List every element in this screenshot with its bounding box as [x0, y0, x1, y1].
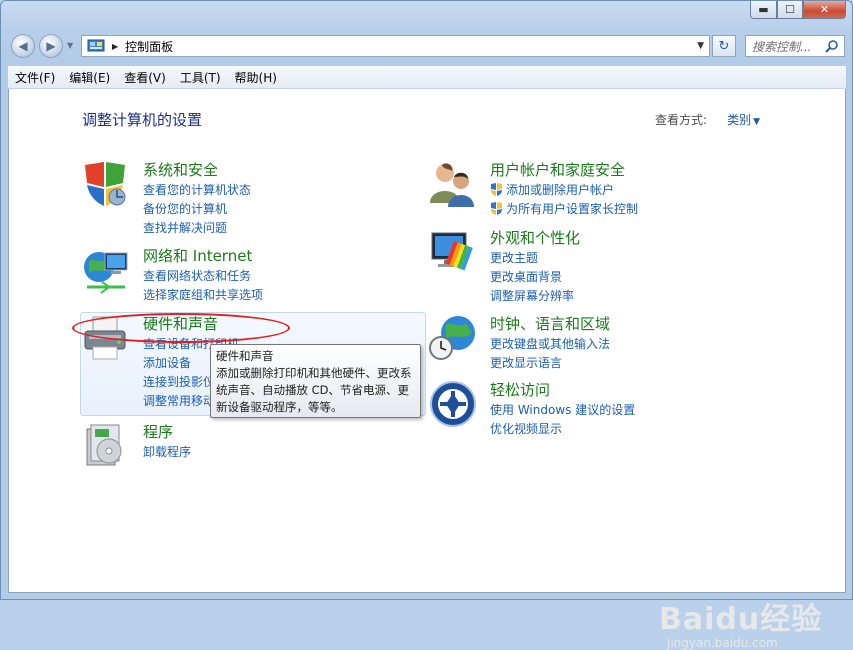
link-view-status[interactable]: 查看您的计算机状态: [143, 181, 251, 200]
link-homegroup[interactable]: 选择家庭组和共享选项: [143, 286, 263, 305]
menu-edit[interactable]: 编辑(E): [62, 69, 117, 86]
content-pane: 调整计算机的设置 查看方式: 类别 ▼ 系统和安全 查看您的计算机状态 备份您的计…: [8, 89, 846, 650]
caption-buttons: ▬ ☐ ✕: [750, 1, 846, 19]
link-desktop-background[interactable]: 更改桌面背景: [490, 268, 574, 287]
highlight-ellipse-annotation: [72, 313, 290, 343]
link-network-status[interactable]: 查看网络状态和任务: [143, 267, 263, 286]
category-title[interactable]: 轻松访问: [490, 379, 550, 400]
refresh-button[interactable]: ↻: [712, 35, 736, 57]
control-panel-window: ▬ ☐ ✕ ◀ ▶ ▼ ▶ 控制面板 ▼ ↻ 搜索控制... 文件(F) 编辑(…: [0, 0, 853, 650]
uac-shield-icon: [491, 202, 502, 215]
menu-bar: 文件(F) 编辑(E) 查看(V) 工具(T) 帮助(H): [8, 66, 846, 89]
programs-icon: [86, 424, 122, 466]
menu-tools[interactable]: 工具(T): [173, 69, 228, 86]
refresh-icon: ↻: [718, 38, 730, 54]
link-change-theme[interactable]: 更改主题: [490, 249, 574, 268]
recent-pages-chevron-icon[interactable]: ▼: [67, 41, 73, 50]
network-globe-icon: [84, 252, 128, 294]
forward-arrow-icon: ▶: [46, 39, 56, 53]
close-button[interactable]: ✕: [803, 1, 846, 19]
uac-shield-icon: [491, 183, 502, 196]
search-box[interactable]: 搜索控制...: [745, 35, 845, 57]
baidu-jingyan-watermark: Baidu经验 jingyan.baidu.com: [659, 594, 822, 650]
view-by-label: 查看方式:: [655, 113, 708, 127]
category-title[interactable]: 时钟、语言和区域: [490, 313, 610, 334]
appearance-monitor-icon: [431, 232, 473, 271]
link-windows-recommended[interactable]: 使用 Windows 建议的设置: [490, 401, 635, 420]
back-arrow-icon: ◀: [18, 39, 28, 53]
link-keyboard-input[interactable]: 更改键盘或其他输入法: [490, 335, 610, 354]
category-title[interactable]: 系统和安全: [143, 159, 218, 180]
search-input[interactable]: 搜索控制...: [752, 38, 825, 55]
hardware-tooltip: 硬件和声音 添加或删除打印机和其他硬件、更改系统声音、自动播放 CD、节省电源、…: [210, 344, 421, 418]
tooltip-body: 添加或删除打印机和其他硬件、更改系统声音、自动播放 CD、节省电源、更新设备驱动…: [216, 366, 412, 414]
category-title[interactable]: 用户帐户和家庭安全: [490, 159, 625, 180]
link-backup[interactable]: 备份您的计算机: [143, 200, 251, 219]
breadcrumb-control-panel[interactable]: 控制面板: [125, 38, 173, 55]
category-title[interactable]: 网络和 Internet: [143, 245, 252, 266]
control-panel-icon: [87, 39, 105, 52]
breadcrumb-separator-icon: ▶: [112, 41, 119, 51]
link-parental-controls[interactable]: 为所有用户设置家长控制: [490, 200, 638, 219]
tooltip-title: 硬件和声音: [216, 349, 274, 363]
link-display-language[interactable]: 更改显示语言: [490, 354, 610, 373]
users-icon: [430, 163, 474, 207]
watermark-logo: Baidu经验: [659, 602, 823, 637]
clock-globe-icon: [429, 316, 475, 360]
view-by: 查看方式: 类别 ▼: [655, 111, 760, 128]
page-title: 调整计算机的设置: [82, 111, 203, 129]
dropdown-arrow-icon: ▼: [753, 117, 760, 127]
menu-help[interactable]: 帮助(H): [228, 69, 284, 86]
address-dropdown-icon[interactable]: ▼: [697, 41, 704, 51]
link-screen-resolution[interactable]: 调整屏幕分辨率: [490, 287, 574, 306]
link-add-remove-accounts[interactable]: 添加或删除用户帐户: [490, 181, 638, 200]
address-bar[interactable]: ▶ 控制面板 ▼: [81, 35, 710, 57]
maximize-button[interactable]: ☐: [777, 1, 803, 19]
ease-of-access-icon: [430, 381, 476, 427]
back-button[interactable]: ◀: [11, 34, 35, 58]
category-title[interactable]: 程序: [143, 421, 173, 442]
minimize-button[interactable]: ▬: [750, 1, 777, 19]
menu-file[interactable]: 文件(F): [8, 69, 62, 86]
menu-view[interactable]: 查看(V): [117, 69, 173, 86]
link-uninstall[interactable]: 卸载程序: [143, 443, 191, 462]
shield-icon: [85, 162, 126, 206]
view-by-dropdown[interactable]: 类别 ▼: [727, 111, 760, 128]
link-optimize-video[interactable]: 优化视频显示: [490, 420, 635, 439]
link-troubleshoot[interactable]: 查找并解决问题: [143, 219, 251, 238]
forward-button[interactable]: ▶: [39, 34, 63, 58]
watermark-url: jingyan.baidu.com: [667, 636, 778, 650]
search-icon[interactable]: [825, 39, 839, 53]
category-title[interactable]: 外观和个性化: [490, 227, 580, 248]
